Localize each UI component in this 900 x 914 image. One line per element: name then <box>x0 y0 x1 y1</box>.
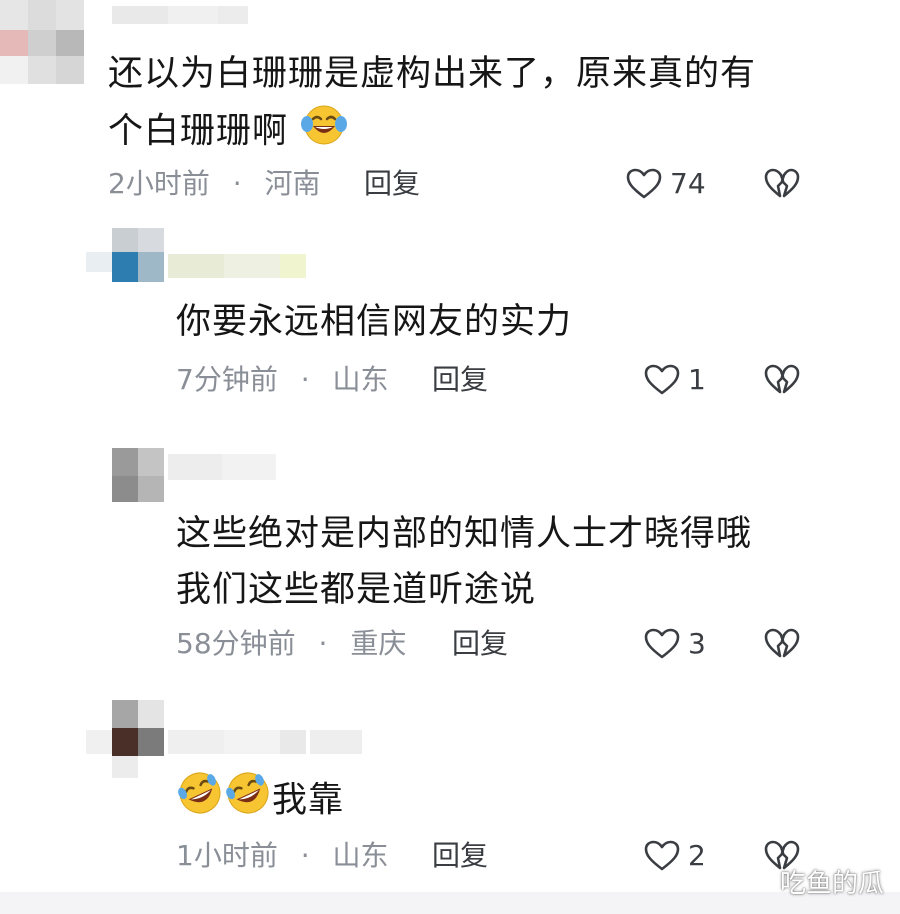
like-count: 3 <box>688 627 706 660</box>
like-count: 2 <box>688 839 706 872</box>
comment-time: 2小时前 <box>108 167 210 200</box>
heart-outline-icon <box>644 364 680 396</box>
broken-heart-icon <box>764 168 800 200</box>
comment-line: 还以为白珊珊是虚构出来了，原来真的有 <box>108 54 757 94</box>
watermark: 吃鱼的瓜 <box>779 869 884 899</box>
reply-button[interactable]: 回复 <box>364 166 420 202</box>
dislike-button[interactable] <box>764 364 800 400</box>
rolling-laughing-emoji-icon <box>224 770 272 833</box>
comment-time: 7分钟前 <box>176 363 278 396</box>
reply-button[interactable]: 回复 <box>452 626 508 662</box>
heart-outline-icon <box>626 168 662 200</box>
comment-location: 河南 <box>264 167 321 200</box>
comment-location: 重庆 <box>350 627 407 660</box>
dislike-button[interactable] <box>764 628 800 664</box>
rolling-laughing-emoji-icon <box>176 770 224 833</box>
broken-heart-icon <box>764 364 800 396</box>
comment-meta: 2小时前 · 河南 <box>108 166 321 202</box>
heart-outline-icon <box>644 628 680 660</box>
comment-text: 这些绝对是内部的知情人士才晓得哦 我们这些都是道听途说 <box>176 506 752 618</box>
comment-location: 山东 <box>332 839 389 872</box>
heart-outline-icon <box>644 840 680 872</box>
meta-separator: · <box>232 167 242 200</box>
comment-meta: 58分钟前 · 重庆 <box>176 626 406 662</box>
comment-time: 58分钟前 <box>176 627 296 660</box>
like-button[interactable]: 3 <box>644 626 706 662</box>
comment-line-text: 个白珊珊啊 <box>108 111 289 152</box>
comment-location: 山东 <box>332 363 389 396</box>
broken-heart-icon <box>764 628 800 660</box>
reply-button[interactable]: 回复 <box>432 838 488 874</box>
like-count: 74 <box>670 167 706 200</box>
meta-separator: · <box>300 363 310 396</box>
comment-line: 我们这些都是道听途说 <box>176 570 537 610</box>
like-button[interactable]: 1 <box>644 362 706 398</box>
comment-text: 你要永远相信网友的实力 <box>176 294 572 350</box>
like-button[interactable]: 2 <box>644 838 706 874</box>
laughing-tears-emoji-icon <box>300 102 348 163</box>
comment-line: 你要永远相信网友的实力 <box>176 302 573 342</box>
comment-line: 这些绝对是内部的知情人士才晓得哦 <box>176 514 753 554</box>
like-count: 1 <box>688 363 706 396</box>
comment-meta: 1小时前 · 山东 <box>176 838 389 874</box>
reply-button[interactable]: 回复 <box>432 362 488 398</box>
comment-meta: 7分钟前 · 山东 <box>176 362 389 398</box>
comment-text: 还以为白珊珊是虚构出来了，原来真的有 个白珊珊啊 <box>108 46 756 163</box>
meta-separator: · <box>300 839 310 872</box>
bottom-divider <box>0 892 900 914</box>
comment-line-text: 我靠 <box>272 780 345 821</box>
comment-time: 1小时前 <box>176 839 278 872</box>
comment-line: 个白珊珊啊 <box>108 102 756 163</box>
dislike-button[interactable] <box>764 168 800 204</box>
like-button[interactable]: 74 <box>626 166 706 202</box>
comment-text: 我靠 <box>176 770 344 833</box>
meta-separator: · <box>318 627 328 660</box>
comment-line: 我靠 <box>176 770 344 833</box>
